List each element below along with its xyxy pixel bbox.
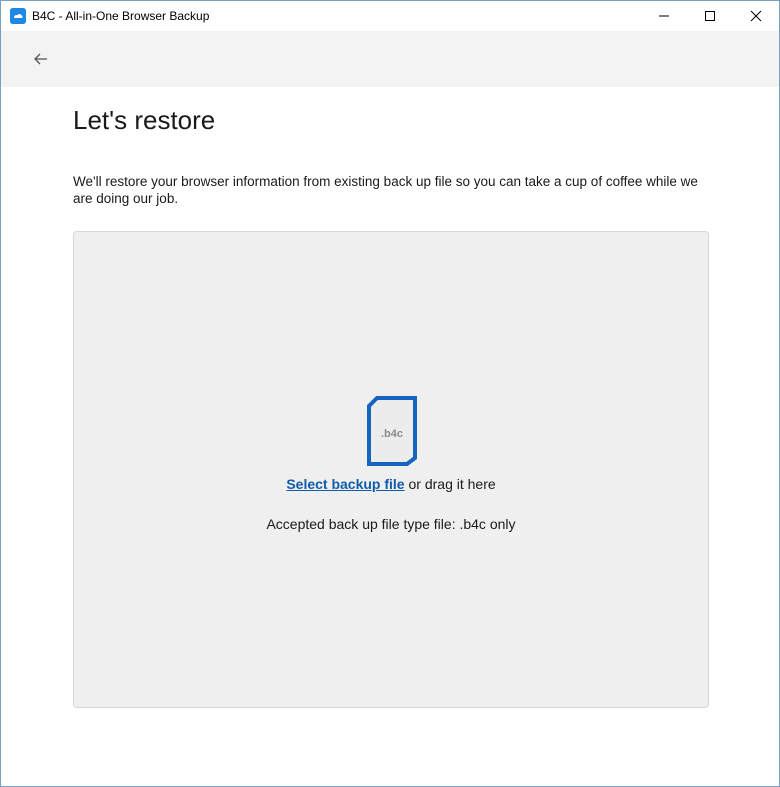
maximize-icon: [705, 11, 715, 21]
backup-file-icon: .b4c: [365, 396, 419, 466]
page-title: Let's restore: [73, 105, 216, 135]
maximize-button[interactable]: [687, 1, 733, 31]
app-window: B4C - All-in-One Browser Backup Let's re…: [0, 0, 780, 787]
app-logo-icon: [10, 8, 26, 24]
back-arrow-icon: [34, 53, 47, 65]
minimize-button[interactable]: [641, 1, 687, 31]
accepted-file-type-text: Accepted back up file type file: .b4c on…: [266, 516, 516, 532]
select-file-line: Select backup file or drag it here: [74, 476, 708, 492]
file-extension-label: .b4c: [381, 428, 403, 440]
window-title: B4C - All-in-One Browser Backup: [32, 9, 210, 23]
title-bar: B4C - All-in-One Browser Backup: [1, 1, 779, 31]
minimize-icon: [659, 15, 669, 17]
navigation-header: [1, 31, 779, 87]
backup-file-dropzone[interactable]: .b4c Select backup file or drag it here …: [73, 231, 709, 708]
close-icon: [750, 10, 762, 22]
select-backup-file-link[interactable]: Select backup file: [286, 476, 404, 492]
drag-hint-text: or drag it here: [404, 476, 496, 492]
page-description: We'll restore your browser information f…: [73, 174, 698, 206]
back-button[interactable]: [27, 45, 55, 73]
close-button[interactable]: [733, 1, 779, 31]
